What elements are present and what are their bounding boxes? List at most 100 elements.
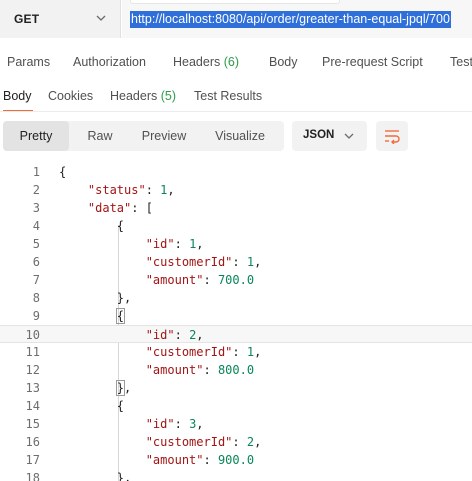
tab-params[interactable]: Params <box>7 55 50 69</box>
request-tabs: Params Authorization Headers (6) Body Pr… <box>0 50 472 76</box>
view-mode-toggle: Pretty Raw Preview Visualize <box>3 121 284 151</box>
line-number: 10 <box>25 328 40 342</box>
code-text: "id": 1, <box>59 235 204 253</box>
line-number: 3 <box>32 201 40 215</box>
url-text-selected: http://localhost:8080/api/order/greater-… <box>130 11 451 28</box>
code-text: { <box>59 397 124 415</box>
json-punctuation: , <box>124 471 132 481</box>
line-number: 9 <box>32 309 40 323</box>
code-text: "customerId": 2, <box>59 433 262 451</box>
response-body-editor[interactable]: 1{2 "status": 1, 3 "data": [4 {5 "id": 1,… <box>0 162 472 481</box>
json-key: "status" <box>87 183 146 197</box>
line-number: 18 <box>25 471 40 481</box>
json-punctuation: : <box>174 237 190 251</box>
tab-label: Pre-request Script <box>322 55 423 69</box>
url-input[interactable]: http://localhost:8080/api/order/greater-… <box>122 0 472 38</box>
json-punctuation: { <box>115 308 126 324</box>
code-text: "data": [ <box>59 199 153 217</box>
code-text: "id": 2, <box>59 326 204 344</box>
json-punctuation: : [ <box>131 201 153 215</box>
json-value: 900.0 <box>217 453 255 467</box>
code-line: 3 "data": [ <box>0 199 472 217</box>
code-line: 11 "customerId": 1, <box>0 343 472 361</box>
json-key: "id" <box>145 328 175 342</box>
code-text: "amount": 700.0 <box>59 271 254 289</box>
code-line: 14 { <box>0 397 472 415</box>
request-url-bar: GET http://localhost:8080/api/order/grea… <box>0 0 472 40</box>
code-line: 1{ <box>0 163 472 181</box>
line-number: 2 <box>32 183 40 197</box>
code-text: "status": 1, <box>59 181 175 199</box>
code-line: 5 "id": 1, <box>0 235 472 253</box>
json-punctuation: { <box>59 165 67 179</box>
method-select[interactable]: GET <box>0 0 121 38</box>
response-tab-body[interactable]: Body <box>3 89 32 103</box>
view-mode-visualize[interactable]: Visualize <box>197 121 283 151</box>
tab-label: Tests <box>450 55 472 69</box>
tab-label: Body <box>269 55 298 69</box>
code-text: }, <box>59 379 131 397</box>
json-punctuation: , <box>196 417 204 431</box>
response-tab-test-results[interactable]: Test Results <box>194 89 262 103</box>
json-punctuation: } <box>116 291 125 305</box>
wrap-lines-button[interactable] <box>376 121 408 151</box>
line-number: 5 <box>32 237 40 251</box>
view-mode-raw[interactable]: Raw <box>69 121 131 151</box>
tab-label: Body <box>3 89 32 103</box>
line-number: 7 <box>32 273 40 287</box>
line-number: 11 <box>25 345 40 359</box>
line-number: 17 <box>25 453 40 467</box>
code-line: 16 "customerId": 2, <box>0 433 472 451</box>
code-text: "amount": 900.0 <box>59 451 254 469</box>
view-mode-preview[interactable]: Preview <box>131 121 197 151</box>
code-line: 18 }, <box>0 469 472 481</box>
chevron-down-icon <box>96 15 106 21</box>
json-punctuation: : <box>232 345 247 359</box>
wrap-lines-icon <box>385 130 400 144</box>
json-punctuation: , <box>196 237 204 251</box>
code-text: "customerId": 1, <box>59 343 262 361</box>
line-number: 1 <box>32 165 40 179</box>
tab-authorization[interactable]: Authorization <box>73 55 146 69</box>
json-key: "amount" <box>145 453 204 467</box>
code-line: 12 "amount": 800.0 <box>0 361 472 379</box>
json-punctuation: { <box>116 219 125 233</box>
json-punctuation: , <box>254 345 262 359</box>
code-text: "amount": 800.0 <box>59 361 254 379</box>
json-punctuation: , <box>167 183 175 197</box>
line-number: 12 <box>25 363 40 377</box>
view-mode-pretty[interactable]: Pretty <box>3 121 69 151</box>
json-punctuation: : <box>203 453 218 467</box>
json-key: "customerId" <box>145 345 233 359</box>
response-tab-cookies[interactable]: Cookies <box>48 89 93 103</box>
code-line: 4 { <box>0 217 472 235</box>
divider <box>0 111 472 112</box>
response-tab-headers[interactable]: Headers (5) <box>110 89 176 103</box>
code-line: 15 "id": 3, <box>0 415 472 433</box>
format-select[interactable]: JSON <box>292 121 367 151</box>
json-punctuation: : <box>174 417 190 431</box>
json-punctuation: { <box>116 399 125 413</box>
line-number: 16 <box>25 435 40 449</box>
tab-tests[interactable]: Tests <box>450 55 472 69</box>
tab-count: (5) <box>160 89 177 103</box>
tab-body[interactable]: Body <box>269 55 298 69</box>
line-number: 4 <box>32 219 40 233</box>
code-line: 8 }, <box>0 289 472 307</box>
line-number: 8 <box>32 291 40 305</box>
tab-label: Params <box>7 55 51 69</box>
json-punctuation: } <box>115 380 126 396</box>
tab-pre-request-script[interactable]: Pre-request Script <box>322 55 423 69</box>
tab-headers[interactable]: Headers (6) <box>173 55 239 69</box>
